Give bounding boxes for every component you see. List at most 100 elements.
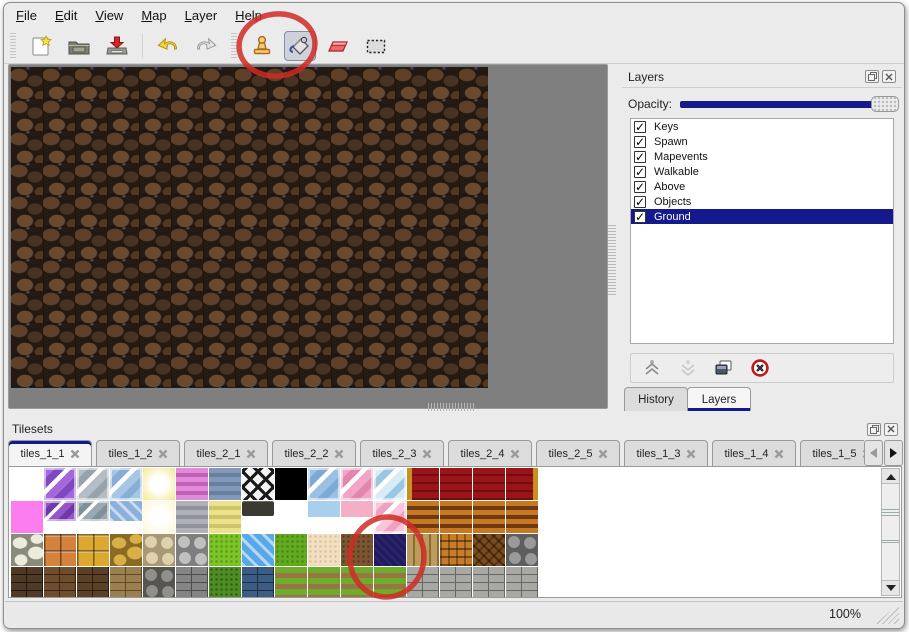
tile-1-5-hstripes[interactable] bbox=[176, 501, 208, 533]
redo-button[interactable] bbox=[190, 31, 222, 61]
tile-3-2-brick[interactable] bbox=[77, 567, 109, 598]
tile-0-15-carpet[interactable] bbox=[506, 468, 538, 500]
tile-0-8-solid[interactable] bbox=[275, 468, 307, 500]
tile-3-7-brick[interactable] bbox=[242, 567, 274, 598]
tile-2-8-grass[interactable] bbox=[275, 534, 307, 566]
tile-1-9-solid[interactable] bbox=[308, 501, 340, 517]
undo-button[interactable] bbox=[152, 31, 184, 61]
fill-tool-button[interactable] bbox=[284, 31, 316, 61]
tileset-tab-tiles_2_1[interactable]: tiles_2_1 bbox=[184, 440, 268, 466]
tile-3-10-grasspath[interactable] bbox=[341, 567, 373, 598]
tile-0-3-glass[interactable] bbox=[110, 468, 142, 500]
opacity-slider-track[interactable] bbox=[680, 101, 898, 108]
stamp-tool-button[interactable] bbox=[246, 31, 278, 61]
tile-1-14-hstripes[interactable] bbox=[473, 501, 505, 533]
tile-2-14-herring[interactable] bbox=[473, 534, 505, 566]
palette-scrollbar-thumb[interactable] bbox=[882, 485, 899, 543]
tileset-tab-tiles_1_1[interactable]: tiles_1_1 bbox=[8, 440, 92, 466]
toolbar-drag-handle[interactable] bbox=[10, 33, 16, 59]
tileset-tab-tiles_2_2[interactable]: tiles_2_2 bbox=[272, 440, 356, 466]
tile-3-4-stones[interactable] bbox=[143, 567, 175, 598]
open-button[interactable] bbox=[63, 31, 95, 61]
tile-1-7-sign[interactable] bbox=[242, 501, 274, 516]
delete-layer-button[interactable] bbox=[749, 357, 771, 379]
new-map-button[interactable] bbox=[25, 31, 57, 61]
layer-visibility-checkbox[interactable]: ✓ bbox=[634, 121, 646, 133]
tile-0-7-lattice[interactable] bbox=[242, 468, 274, 500]
tile-3-6-grass[interactable] bbox=[209, 567, 241, 598]
layer-row-walkable[interactable]: ✓Walkable bbox=[631, 164, 893, 179]
tileset-tab-tiles_2_4[interactable]: tiles_2_4 bbox=[448, 440, 532, 466]
layer-visibility-checkbox[interactable]: ✓ bbox=[634, 181, 646, 193]
scroll-tabs-right-button[interactable] bbox=[884, 440, 903, 466]
tile-2-6-grass[interactable] bbox=[209, 534, 241, 566]
close-tab-icon[interactable] bbox=[246, 449, 256, 459]
tile-1-12-hstripes[interactable] bbox=[407, 501, 439, 533]
close-tab-icon[interactable] bbox=[774, 449, 784, 459]
tile-2-10-grass[interactable] bbox=[341, 534, 373, 566]
layer-visibility-checkbox[interactable]: ✓ bbox=[634, 151, 646, 163]
tile-1-15-hstripes[interactable] bbox=[506, 501, 538, 533]
tile-0-13-carpet[interactable] bbox=[440, 468, 472, 500]
tile-3-13-brick[interactable] bbox=[440, 567, 472, 598]
layer-visibility-checkbox[interactable]: ✓ bbox=[634, 166, 646, 178]
opacity-slider-handle[interactable] bbox=[871, 96, 899, 112]
menu-help[interactable]: Help bbox=[235, 8, 262, 23]
close-tab-icon[interactable] bbox=[158, 449, 168, 459]
close-tab-icon[interactable] bbox=[422, 449, 432, 459]
tile-1-6-hstripes[interactable] bbox=[209, 501, 241, 533]
tile-1-4-glow[interactable] bbox=[143, 501, 175, 533]
tile-0-2-glass[interactable] bbox=[77, 468, 109, 500]
save-button[interactable] bbox=[101, 31, 133, 61]
tile-1-10-solid[interactable] bbox=[341, 501, 373, 517]
tile-3-15-brick[interactable] bbox=[506, 567, 538, 598]
layer-row-spawn[interactable]: ✓Spawn bbox=[631, 134, 893, 149]
map-view[interactable] bbox=[11, 67, 488, 388]
tile-3-5-brick[interactable] bbox=[176, 567, 208, 598]
panel-tab-history[interactable]: History bbox=[624, 387, 688, 411]
tile-1-3-water[interactable] bbox=[110, 501, 142, 521]
tile-1-1-glass[interactable] bbox=[44, 501, 76, 521]
scroll-tabs-left-button[interactable] bbox=[864, 440, 883, 466]
menu-file[interactable]: File bbox=[16, 8, 37, 23]
tile-0-5-hstripes[interactable] bbox=[176, 468, 208, 500]
tileset-tab-tiles_2_3[interactable]: tiles_2_3 bbox=[360, 440, 444, 466]
tile-0-1-glass[interactable] bbox=[44, 468, 76, 500]
close-tab-icon[interactable] bbox=[598, 449, 608, 459]
tile-0-4-glow[interactable] bbox=[143, 468, 175, 500]
layer-visibility-checkbox[interactable]: ✓ bbox=[634, 196, 646, 208]
tile-2-15-stones[interactable] bbox=[506, 534, 538, 566]
menu-edit[interactable]: Edit bbox=[55, 8, 77, 23]
close-tab-icon[interactable] bbox=[70, 449, 80, 459]
tile-2-4-stones[interactable] bbox=[143, 534, 175, 566]
tile-1-0-solid[interactable] bbox=[11, 501, 43, 533]
tileset-tab-tiles_1_3[interactable]: tiles_1_3 bbox=[624, 440, 708, 466]
tile-2-0-path[interactable] bbox=[11, 534, 43, 566]
layer-row-objects[interactable]: ✓Objects bbox=[631, 194, 893, 209]
tile-0-6-hstripes[interactable] bbox=[209, 468, 241, 500]
close-tab-icon[interactable] bbox=[510, 449, 520, 459]
close-tilesets-button[interactable] bbox=[884, 423, 898, 436]
menu-view[interactable]: View bbox=[95, 8, 123, 23]
panel-tab-layers[interactable]: Layers bbox=[687, 387, 751, 411]
close-panel-button[interactable] bbox=[882, 70, 896, 83]
tile-2-1-tiles4[interactable] bbox=[44, 534, 76, 566]
tile-0-11-glass[interactable] bbox=[374, 468, 406, 500]
tile-2-7-water[interactable] bbox=[242, 534, 274, 566]
tile-2-12-planks[interactable] bbox=[407, 534, 439, 566]
duplicate-layer-button[interactable] bbox=[713, 357, 735, 379]
map-vertical-scrollbar[interactable] bbox=[608, 225, 616, 297]
tile-0-12-carpet[interactable] bbox=[407, 468, 439, 500]
palette-scroll-down-button[interactable] bbox=[882, 580, 899, 595]
tile-3-8-grasspath[interactable] bbox=[275, 567, 307, 598]
menu-layer[interactable]: Layer bbox=[185, 8, 218, 23]
tileset-tab-tiles_1_5[interactable]: tiles_1_5 bbox=[800, 440, 864, 466]
tileset-tab-tiles_1_2[interactable]: tiles_1_2 bbox=[96, 440, 180, 466]
tile-0-9-glass[interactable] bbox=[308, 468, 340, 500]
close-tab-icon[interactable] bbox=[334, 449, 344, 459]
tile-3-9-grasspath[interactable] bbox=[308, 567, 340, 598]
tile-2-9-grass[interactable] bbox=[308, 534, 340, 566]
palette-scroll-up-button[interactable] bbox=[882, 469, 899, 484]
tile-0-10-glass[interactable] bbox=[341, 468, 373, 500]
tile-1-11-glass[interactable] bbox=[374, 501, 406, 533]
